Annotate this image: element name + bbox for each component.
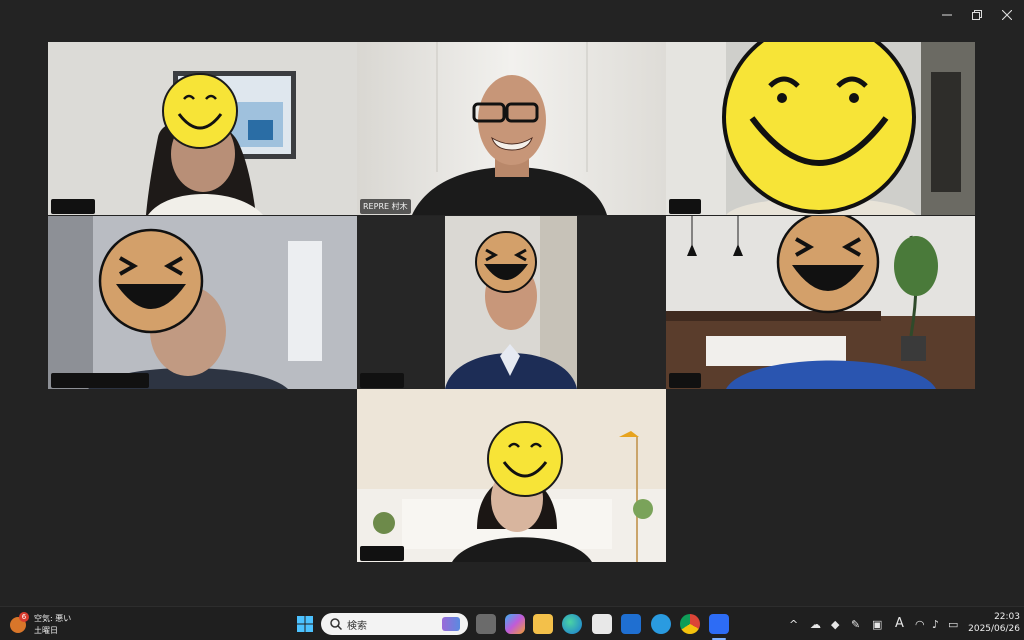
participant-name-tag bbox=[669, 199, 701, 214]
weather-widget[interactable]: 6 空気: 悪い 土曜日 bbox=[10, 612, 72, 638]
participant-tile-active[interactable]: REPRE 村木 bbox=[357, 42, 666, 215]
task-view-icon[interactable] bbox=[476, 614, 496, 634]
pen-icon[interactable]: ✎ bbox=[851, 618, 860, 631]
participant-name-tag: REPRE 村木 bbox=[360, 199, 411, 214]
participant-name-tag bbox=[360, 546, 404, 561]
participant-tile[interactable] bbox=[666, 216, 975, 389]
laugh-emoji-icon bbox=[98, 228, 204, 334]
clock-date: 2025/06/26 bbox=[968, 624, 1020, 634]
minimize-icon bbox=[942, 14, 952, 16]
app-icon[interactable] bbox=[651, 614, 671, 634]
laugh-emoji-icon bbox=[776, 216, 880, 314]
battery-icon[interactable]: ▭ bbox=[948, 618, 958, 631]
app-icon[interactable] bbox=[621, 614, 641, 634]
participant-name-tag bbox=[51, 373, 149, 388]
weather-status: 空気: 悪い bbox=[34, 614, 72, 623]
search-icon bbox=[330, 618, 342, 630]
copilot-icon[interactable] bbox=[505, 614, 525, 634]
zoom-icon[interactable] bbox=[709, 614, 729, 634]
clock[interactable]: 22:03 2025/06/26 bbox=[968, 612, 1020, 634]
cloud-icon[interactable]: ☁ bbox=[810, 618, 821, 631]
store-icon[interactable] bbox=[592, 614, 612, 634]
tray-app-icon[interactable]: ▣ bbox=[872, 618, 882, 631]
dropbox-icon[interactable]: ◆ bbox=[831, 618, 839, 631]
close-button[interactable] bbox=[995, 4, 1019, 26]
participant-name-tag bbox=[51, 199, 95, 214]
participant-tile[interactable] bbox=[357, 389, 666, 562]
close-icon bbox=[1002, 10, 1012, 20]
search-box[interactable]: 検索 bbox=[321, 613, 468, 635]
participant-tile[interactable] bbox=[666, 42, 975, 215]
clock-time: 22:03 bbox=[994, 612, 1020, 622]
start-button[interactable] bbox=[297, 616, 313, 632]
smile-emoji-icon bbox=[162, 73, 238, 149]
participant-name-tag bbox=[669, 373, 701, 388]
smile-emoji-icon bbox=[722, 42, 916, 214]
participant-tile[interactable] bbox=[48, 42, 357, 215]
taskbar: 6 空気: 悪い 土曜日 検索 ^ ☁ ◆ ✎ ▣ A ◠ ♪ ▭ 22:03 … bbox=[0, 606, 1024, 640]
weather-day: 土曜日 bbox=[34, 626, 58, 635]
minimize-button[interactable] bbox=[935, 4, 959, 26]
smile-emoji-icon bbox=[487, 421, 563, 497]
laugh-emoji-icon bbox=[475, 231, 537, 293]
notification-badge: 6 bbox=[19, 612, 29, 622]
restore-icon bbox=[972, 10, 982, 20]
search-highlight-icon bbox=[442, 617, 460, 631]
edge-browser-icon[interactable] bbox=[562, 614, 582, 634]
restore-button[interactable] bbox=[965, 4, 989, 26]
participant-tile[interactable] bbox=[48, 216, 357, 389]
participant-tile[interactable] bbox=[357, 216, 666, 389]
meeting-window: REPRE 村木 bbox=[0, 0, 1024, 606]
file-explorer-icon[interactable] bbox=[533, 614, 553, 634]
chrome-icon[interactable] bbox=[680, 614, 700, 634]
participant-name-tag bbox=[360, 373, 404, 388]
chevron-up-icon[interactable]: ^ bbox=[789, 618, 798, 631]
ime-indicator[interactable]: A bbox=[895, 616, 904, 631]
volume-icon[interactable]: ♪ bbox=[932, 618, 939, 631]
wifi-icon[interactable]: ◠ bbox=[915, 618, 925, 631]
video-frame bbox=[357, 42, 666, 215]
search-placeholder: 検索 bbox=[347, 621, 367, 632]
